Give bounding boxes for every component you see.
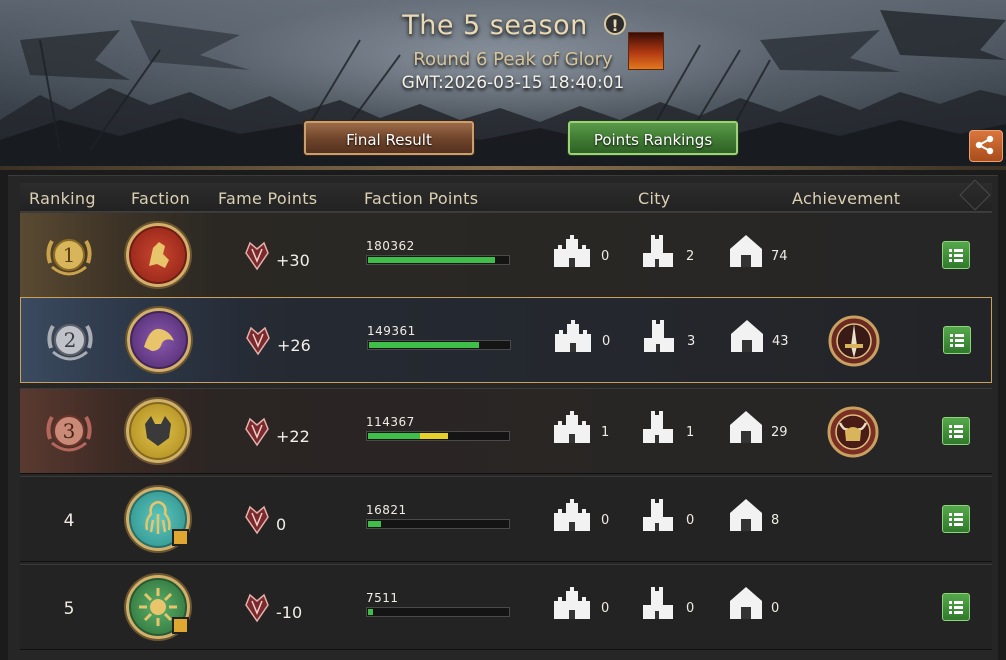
fort-count: 74	[771, 249, 788, 264]
header-faction-points: Faction Points	[364, 189, 479, 208]
details-button[interactable]	[942, 241, 970, 269]
final-result-button[interactable]: Final Result	[304, 121, 474, 155]
silver-rank-medal-icon: 2	[47, 324, 93, 361]
wolf-crest-icon[interactable]	[126, 399, 190, 463]
tower-count: 0	[686, 513, 695, 528]
castle-icon	[554, 499, 590, 531]
header-achievement: Achievement	[792, 189, 901, 208]
fort-icon	[730, 587, 762, 619]
castle-count: 0	[601, 513, 610, 528]
table-row[interactable]: 2 +26 149361 0 3 43	[20, 297, 992, 383]
details-button[interactable]	[942, 593, 970, 621]
castle-count: 0	[601, 601, 610, 616]
fort-icon	[730, 411, 762, 443]
faction-points-progress-bar	[366, 431, 510, 441]
faction-points-value: 114367	[366, 415, 415, 429]
fort-count: 43	[772, 334, 789, 349]
fame-points-value: +22	[276, 427, 310, 446]
details-button[interactable]	[943, 326, 971, 354]
tower-icon	[644, 320, 674, 352]
season-title: The 5 season	[402, 10, 588, 41]
lion-crest-icon[interactable]	[126, 223, 190, 287]
faction-points-value: 16821	[366, 503, 407, 517]
sword-medal-icon[interactable]	[827, 314, 881, 368]
fort-icon	[730, 499, 762, 531]
round-label: Round 6 Peak of Glory	[413, 49, 613, 70]
tower-count: 1	[686, 425, 695, 440]
dragon-crest-icon[interactable]	[127, 308, 191, 372]
castle-icon	[554, 411, 590, 443]
season-banner: The 5 season ! Round 6 Peak of Glory GMT…	[0, 0, 1006, 170]
faction-points-progress-bar	[367, 340, 511, 350]
fort-count: 8	[771, 513, 780, 528]
fame-points-icon	[245, 593, 269, 623]
list-icon	[949, 513, 963, 526]
table-row[interactable]: 4 0 16821 0 0 8	[20, 476, 992, 562]
fame-points-value: +30	[276, 251, 310, 270]
details-button[interactable]	[942, 417, 970, 445]
fame-points-value: 0	[276, 515, 287, 534]
tower-icon	[643, 235, 673, 267]
castle-icon	[555, 320, 591, 352]
table-row[interactable]: 1 +30 180362 0 2 74	[20, 212, 992, 298]
table-row[interactable]: 3 +22 114367 1 1 29	[20, 388, 992, 474]
fame-points-value: +26	[277, 336, 311, 355]
list-icon	[949, 601, 963, 614]
fort-count: 29	[771, 425, 788, 440]
tower-icon	[643, 587, 673, 619]
header-city: City	[638, 189, 671, 208]
faction-points-value: 149361	[367, 324, 416, 338]
castle-icon	[554, 235, 590, 267]
list-icon	[949, 249, 963, 262]
faction-badge-icon	[172, 529, 189, 546]
fort-count: 0	[771, 601, 780, 616]
faction-points-progress-bar	[366, 519, 510, 529]
faction-points-value: 7511	[366, 591, 399, 605]
fort-icon	[730, 235, 762, 267]
table-row[interactable]: 5 -10 7511 0 0 0	[20, 564, 992, 650]
fame-points-icon	[245, 241, 269, 271]
svg-text:3: 3	[63, 419, 76, 443]
header-ranking: Ranking	[29, 189, 96, 208]
tower-icon	[643, 499, 673, 531]
info-icon[interactable]: !	[604, 13, 626, 35]
faction-points-progress-bar	[366, 255, 510, 265]
svg-text:1: 1	[63, 243, 76, 267]
faction-points-value: 180362	[366, 239, 415, 253]
details-button[interactable]	[942, 505, 970, 533]
list-icon	[950, 334, 964, 347]
castle-count: 0	[602, 334, 611, 349]
faction-badge-icon	[172, 617, 189, 634]
faction-points-progress-bar	[366, 607, 510, 617]
points-rankings-button[interactable]: Points Rankings	[568, 121, 738, 155]
fort-icon	[731, 320, 763, 352]
tower-count: 3	[687, 334, 696, 349]
tower-icon	[643, 411, 673, 443]
castle-count: 0	[601, 249, 610, 264]
round-emblem-icon	[628, 32, 664, 70]
tower-count: 2	[686, 249, 695, 264]
header-fame-points: Fame Points	[218, 189, 318, 208]
fame-points-icon	[246, 326, 270, 356]
fame-points-value: -10	[276, 603, 303, 622]
castle-count: 1	[601, 425, 610, 440]
list-icon	[949, 425, 963, 438]
rank-number: 4	[63, 511, 75, 531]
share-icon	[975, 135, 994, 155]
svg-text:2: 2	[64, 328, 77, 352]
rank-number: 5	[63, 599, 75, 619]
tower-count: 0	[686, 601, 695, 616]
fame-points-icon	[245, 417, 269, 447]
gold-rank-medal-icon: 1	[46, 239, 92, 276]
gmt-time: GMT:2026-03-15 18:40:01	[401, 73, 625, 93]
fame-points-icon	[245, 505, 269, 535]
horned-helm-medal-icon[interactable]	[826, 405, 880, 459]
share-button[interactable]	[969, 130, 1003, 162]
castle-icon	[554, 587, 590, 619]
bronze-rank-medal-icon: 3	[46, 415, 92, 452]
header-faction: Faction	[131, 189, 191, 208]
